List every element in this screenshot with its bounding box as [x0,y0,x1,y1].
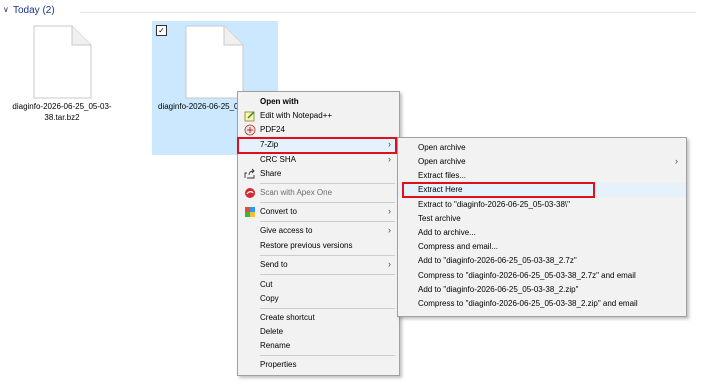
zip-item-extract-files[interactable]: Extract files... [398,169,686,183]
context-menu: Open with Edit with Notepad++ PDF24 7-Zi… [237,91,400,376]
menu-item-edit-notepad[interactable]: Edit with Notepad++ [238,109,399,123]
pdf24-icon [244,124,256,136]
zip-item-open-archive-submenu[interactable]: Open archive › [398,155,686,169]
menu-separator [260,183,395,184]
menu-separator [260,355,395,356]
file-icon [33,25,92,99]
menu-separator [260,308,395,309]
chevron-right-icon: › [388,154,391,164]
menu-item-crc-sha[interactable]: CRC SHA › [238,153,399,167]
menu-item-give-access[interactable]: Give access to › [238,224,399,238]
menu-separator [260,255,395,256]
chevron-right-icon: › [675,156,678,166]
zip-item-add-to-archive[interactable]: Add to archive... [398,226,686,240]
zip-item-compress-zip-email[interactable]: Compress to "diaginfo-2026-06-25_05-03-3… [398,297,686,311]
zip-item-test-archive[interactable]: Test archive [398,212,686,226]
menu-separator [260,221,395,222]
notepad-icon [244,111,255,122]
group-header-today[interactable]: ∨ Today (2) [0,3,702,21]
chevron-right-icon: › [388,225,391,235]
zip-item-extract-to[interactable]: Extract to "diaginfo-2026-06-25_05-03-38… [398,198,686,212]
zip-submenu: Open archive Open archive › Extract file… [397,137,687,317]
menu-item-copy[interactable]: Copy [238,292,399,306]
file-item-tar-bz2[interactable]: diaginfo-2026-06-25_05-03-38.tar.bz2 [0,21,124,155]
menu-item-restore-versions[interactable]: Restore previous versions [238,239,399,253]
zip-item-compress-email[interactable]: Compress and email... [398,240,686,254]
highlight-box-extract-here [402,182,595,198]
menu-item-share[interactable]: Share [238,167,399,181]
apex-one-icon [245,188,255,198]
menu-item-create-shortcut[interactable]: Create shortcut [238,311,399,325]
menu-item-convert-to[interactable]: Convert to › [238,205,399,219]
menu-item-send-to[interactable]: Send to › [238,258,399,272]
chevron-down-icon[interactable]: ∨ [3,5,9,14]
zip-item-add-7z[interactable]: Add to "diaginfo-2026-06-25_05-03-38_2.7… [398,254,686,268]
menu-item-pdf24[interactable]: PDF24 [238,123,399,137]
chevron-right-icon: › [388,259,391,269]
menu-item-scan-apex-one[interactable]: Scan with Apex One [238,186,399,200]
menu-item-properties[interactable]: Properties [238,358,399,372]
zip-item-add-zip[interactable]: Add to "diaginfo-2026-06-25_05-03-38_2.z… [398,283,686,297]
chevron-right-icon: › [388,206,391,216]
menu-item-open-with[interactable]: Open with [238,95,399,109]
zip-item-compress-7z-email[interactable]: Compress to "diaginfo-2026-06-25_05-03-3… [398,269,686,283]
convert-icon [245,207,255,217]
share-icon [244,168,255,179]
zip-item-open-archive[interactable]: Open archive [398,141,686,155]
group-divider [80,12,696,13]
file-icon [185,25,244,99]
menu-separator [260,274,395,275]
group-label: Today (2) [13,5,55,16]
menu-separator [260,202,395,203]
file-name: diaginfo-2026-06-25_05-03-38.tar.bz2 [12,102,112,122]
menu-item-delete[interactable]: Delete [238,325,399,339]
menu-item-rename[interactable]: Rename [238,339,399,353]
highlight-box-7zip [237,137,397,154]
selection-checkbox[interactable]: ✓ [156,25,167,36]
menu-item-cut[interactable]: Cut [238,278,399,292]
